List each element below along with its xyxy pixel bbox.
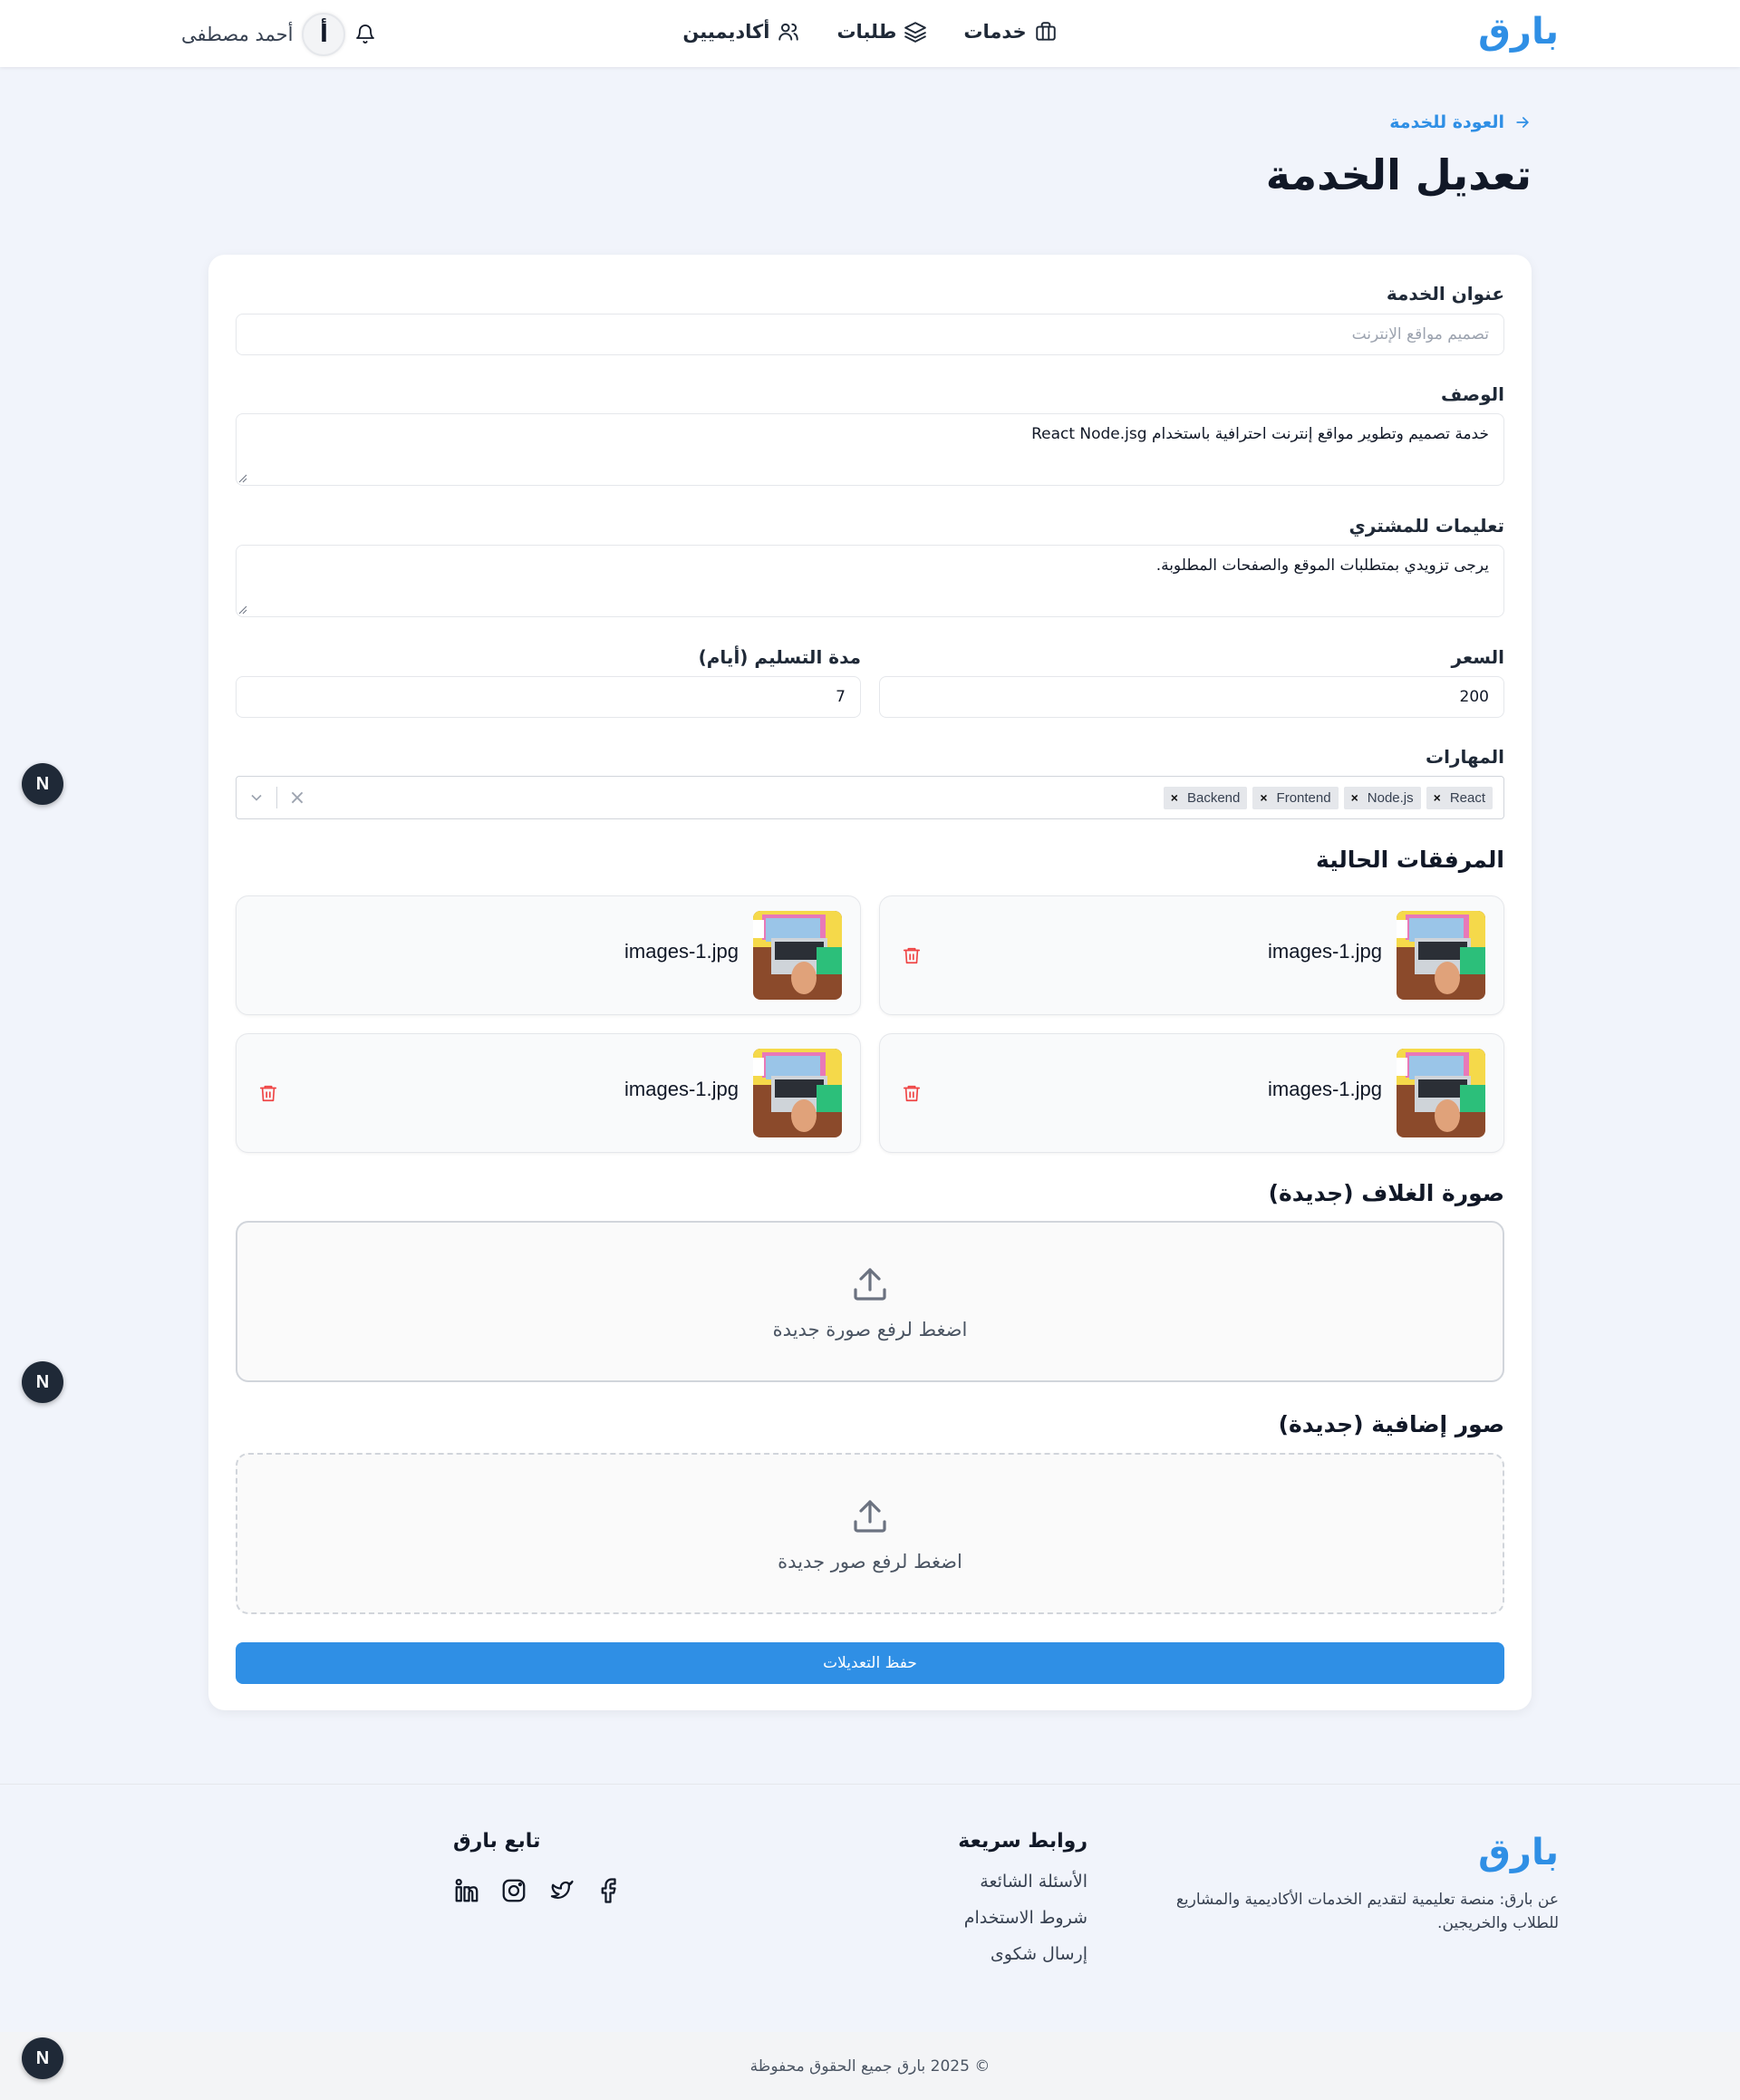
- user-name[interactable]: أحمد مصطفى: [181, 24, 293, 45]
- attachment-thumbnail: [753, 1049, 842, 1137]
- extra-images-title: صور إضافية (جديدة): [1278, 1411, 1504, 1437]
- footer-link-complaint[interactable]: إرسال شكوى: [991, 1944, 1088, 1964]
- extra-images-dropzone[interactable]: اضغط لرفع صور جديدة: [236, 1453, 1504, 1614]
- delivery-label: مدة التسليم (أيام): [698, 646, 861, 668]
- attachment-name: images-1.jpg: [624, 1078, 739, 1100]
- avatar[interactable]: أ: [302, 13, 346, 56]
- attachment-thumbnail: [1397, 911, 1485, 1000]
- description-label: الوصف: [1440, 383, 1504, 405]
- back-link-label: العودة للخدمة: [1389, 112, 1504, 132]
- attachment-card: images-1.jpg: [236, 1033, 861, 1153]
- cover-upload-text: اضغط لرفع صورة جديدة: [772, 1319, 968, 1340]
- user-area: أحمد مصطفى أ: [181, 13, 412, 56]
- quick-links-title: روابط سريعة: [958, 1830, 1088, 1853]
- attachment-card: images-1.jpg: [236, 895, 861, 1015]
- skill-tag: Node.js ×: [1343, 786, 1421, 809]
- back-link[interactable]: العودة للخدمة: [1389, 112, 1532, 132]
- resize-handle-icon[interactable]: [238, 605, 247, 615]
- skills-multiselect[interactable]: React × Node.js × Frontend × Backend × ×: [236, 776, 1504, 819]
- skill-tag-label: React: [1449, 789, 1485, 806]
- trash-icon[interactable]: [902, 945, 922, 965]
- remove-tag-icon[interactable]: ×: [1260, 790, 1267, 805]
- skills-label: المهارات: [1426, 746, 1504, 768]
- upload-icon: [854, 1500, 886, 1533]
- skill-tag: Frontend ×: [1252, 786, 1339, 809]
- instructions-label: تعليمات للمشتري: [1348, 515, 1504, 537]
- edit-service-card: عنوان الخدمة تصميم مواقع الإنترنت الوصف …: [208, 255, 1532, 1710]
- copyright-text: © 2025 بارق جميع الحقوق محفوظة: [749, 2056, 991, 2076]
- remove-tag-icon[interactable]: ×: [1171, 790, 1178, 805]
- dev-badge[interactable]: N: [22, 763, 63, 805]
- price-input[interactable]: 200: [879, 676, 1504, 718]
- dev-badge[interactable]: N: [22, 1361, 63, 1403]
- chevron-down-icon[interactable]: [237, 789, 276, 807]
- multiselect-controls: ×: [237, 777, 317, 818]
- attachment-thumbnail: [753, 911, 842, 1000]
- trash-icon[interactable]: [902, 1083, 922, 1103]
- description-textarea[interactable]: خدمة تصميم وتطوير مواقع إنترنت احترافية …: [236, 413, 1504, 486]
- follow-title: تابع بارق: [453, 1830, 541, 1853]
- top-header: بارق خدمات طلبات أكاديميين أحمد مصطفى أ: [0, 0, 1740, 67]
- social-links: [453, 1877, 622, 1904]
- attachments-title: المرفقات الحالية: [1316, 847, 1504, 873]
- bell-icon[interactable]: [354, 24, 376, 45]
- upload-icon: [854, 1268, 886, 1301]
- trash-icon[interactable]: [258, 1083, 278, 1103]
- skill-tag-label: Backend: [1186, 789, 1241, 806]
- footer-logo[interactable]: بارق: [1478, 1832, 1559, 1873]
- facebook-icon[interactable]: [594, 1877, 622, 1904]
- users-icon: [778, 23, 799, 41]
- layers-icon: [904, 22, 927, 43]
- save-changes-button[interactable]: حفظ التعديلات: [236, 1642, 1504, 1684]
- nav-services-label: خدمات: [963, 21, 1027, 43]
- page-title: تعديل الخدمة: [1265, 150, 1532, 199]
- attachment-card: images-1.jpg: [879, 1033, 1504, 1153]
- skill-tag-label: Frontend: [1276, 789, 1331, 806]
- title-label: عنوان الخدمة: [1386, 283, 1504, 305]
- attachment-name: images-1.jpg: [1268, 1078, 1382, 1100]
- nav-academics[interactable]: أكاديميين: [682, 20, 800, 44]
- resize-handle-icon[interactable]: [238, 474, 247, 483]
- nav-orders-label: طلبات: [836, 21, 897, 43]
- footer-about: عن بارق: منصة تعليمية لتقديم الخدمات الأ…: [1175, 1891, 1559, 1932]
- linkedin-icon[interactable]: [453, 1877, 480, 1904]
- clear-all-icon[interactable]: ×: [277, 787, 317, 809]
- remove-tag-icon[interactable]: ×: [1434, 790, 1441, 805]
- twitter-icon[interactable]: [547, 1877, 575, 1904]
- instagram-icon[interactable]: [500, 1877, 527, 1904]
- copyright-bar: © 2025 بارق جميع الحقوق محفوظة: [0, 2032, 1740, 2100]
- cover-upload-dropzone[interactable]: اضغط لرفع صورة جديدة: [236, 1221, 1504, 1382]
- site-footer: بارق عن بارق: منصة تعليمية لتقديم الخدما…: [0, 1784, 1740, 2100]
- skill-tag: Backend ×: [1163, 786, 1248, 809]
- nav-academics-label: أكاديميين: [682, 21, 770, 43]
- nav-services[interactable]: خدمات: [963, 20, 1057, 44]
- attachment-card: images-1.jpg: [879, 895, 1504, 1015]
- description-value: خدمة تصميم وتطوير مواقع إنترنت احترافية …: [1031, 425, 1489, 443]
- instructions-value: يرجى تزويدي بمتطلبات الموقع والصفحات الم…: [1155, 556, 1489, 575]
- extra-images-upload-text: اضغط لرفع صور جديدة: [778, 1551, 962, 1573]
- attachment-name: images-1.jpg: [1268, 940, 1382, 963]
- price-label: السعر: [1451, 646, 1504, 668]
- nav-orders[interactable]: طلبات: [836, 20, 927, 44]
- cover-title: صورة الغلاف (جديدة): [1268, 1180, 1504, 1206]
- skill-tag: React ×: [1426, 786, 1493, 809]
- footer-link-terms[interactable]: شروط الاستخدام: [964, 1908, 1088, 1928]
- footer-link-faq[interactable]: الأسئلة الشائعة: [980, 1872, 1088, 1892]
- arrow-right-icon: [1516, 117, 1529, 128]
- remove-tag-icon[interactable]: ×: [1351, 790, 1358, 805]
- dev-badge[interactable]: N: [22, 2037, 63, 2079]
- attachment-name: images-1.jpg: [624, 940, 739, 963]
- title-input[interactable]: تصميم مواقع الإنترنت: [236, 314, 1504, 355]
- delivery-input[interactable]: 7: [236, 676, 861, 718]
- instructions-textarea[interactable]: يرجى تزويدي بمتطلبات الموقع والصفحات الم…: [236, 545, 1504, 617]
- skill-tag-label: Node.js: [1367, 789, 1414, 806]
- attachment-thumbnail: [1397, 1049, 1485, 1137]
- briefcase-icon: [1035, 22, 1056, 41]
